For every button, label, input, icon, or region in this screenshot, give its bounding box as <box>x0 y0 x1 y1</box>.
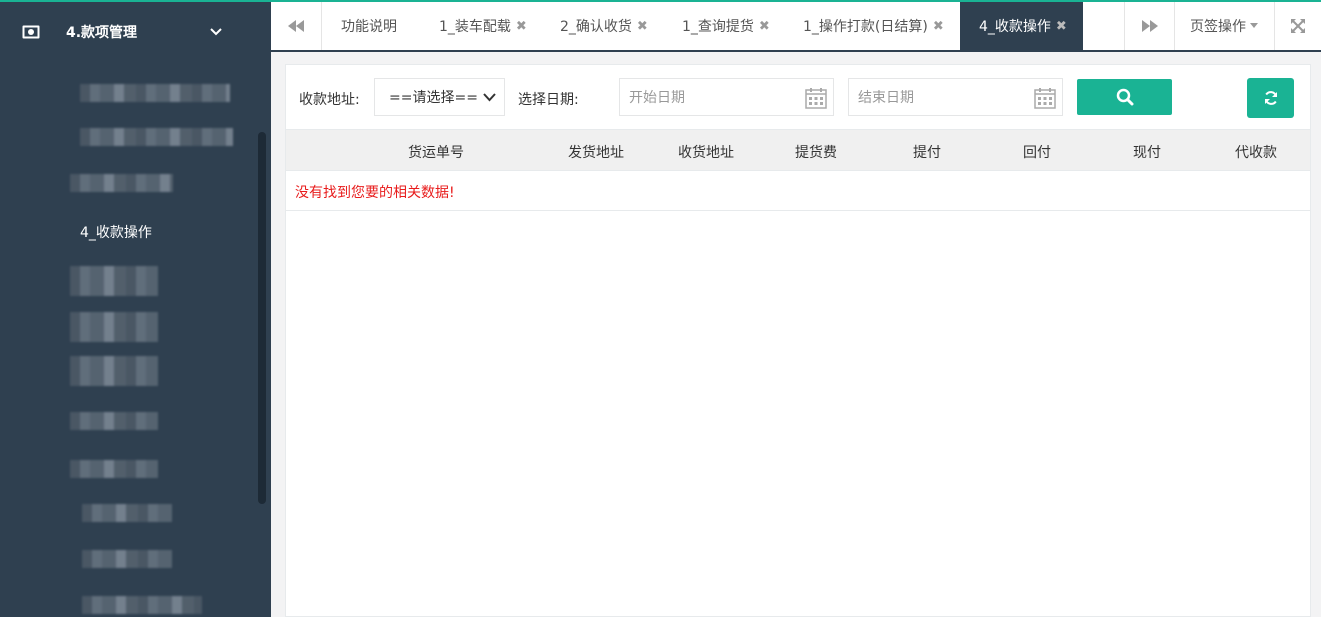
sidebar-item-redacted[interactable] <box>70 174 173 192</box>
scroll-tabs-right-button[interactable] <box>1125 2 1174 50</box>
sidebar-scrollbar[interactable] <box>258 132 266 504</box>
main-content: 收款地址: ==请选择== 选择日期: 开始日期 结束日期 货运单号 发货地址 … <box>285 64 1311 617</box>
tab-confirm-receipt[interactable]: 2_确认收货 ✖ <box>560 2 648 50</box>
search-icon <box>1116 88 1133 106</box>
sidebar-item-redacted[interactable] <box>70 266 158 296</box>
sidebar-item-redacted[interactable] <box>82 504 172 522</box>
sidebar-item-redacted[interactable] <box>80 84 230 102</box>
chevron-down-icon <box>483 93 496 102</box>
refresh-icon <box>1264 91 1277 105</box>
refresh-button[interactable] <box>1247 78 1294 118</box>
column-header[interactable]: 收货地址 <box>678 142 734 162</box>
end-date-placeholder: 结束日期 <box>858 90 914 106</box>
end-date-input[interactable]: 结束日期 <box>848 78 1063 116</box>
expand-icon <box>1291 19 1305 33</box>
sidebar-item-redacted[interactable] <box>70 460 158 478</box>
close-icon[interactable]: ✖ <box>759 19 770 34</box>
money-icon <box>22 25 40 39</box>
date-label: 选择日期: <box>518 92 579 108</box>
table-empty-row: 没有找到您要的相关数据! <box>286 171 1310 211</box>
sidebar-section-title: 4.款项管理 <box>66 25 138 41</box>
empty-message: 没有找到您要的相关数据! <box>295 185 455 201</box>
tab-operate-payment[interactable]: 1_操作打款(日结算) ✖ <box>803 2 944 50</box>
tab-label: 1_查询提货 <box>682 19 754 35</box>
tab-query-pickup[interactable]: 1_查询提货 ✖ <box>682 2 770 50</box>
sidebar-item-active[interactable]: 4_收款操作 <box>80 222 152 242</box>
search-button[interactable] <box>1077 79 1172 115</box>
page-ops-dropdown[interactable]: 页签操作 <box>1175 2 1274 50</box>
tab-collection-operation[interactable]: 4_收款操作 ✖ <box>960 2 1083 50</box>
column-header[interactable]: 发货地址 <box>568 142 624 162</box>
tab-bar: 功能说明 1_装车配载 ✖ 2_确认收货 ✖ 1_查询提货 ✖ 1_操作打款(日… <box>271 0 1321 52</box>
sidebar-item-redacted[interactable] <box>70 356 158 386</box>
column-header[interactable]: 回付 <box>1023 142 1051 162</box>
close-icon[interactable]: ✖ <box>516 19 527 34</box>
address-label: 收款地址: <box>299 92 360 108</box>
column-header[interactable]: 提付 <box>913 142 941 162</box>
double-chevron-left-icon <box>288 20 304 32</box>
calendar-icon <box>1034 88 1056 109</box>
column-header[interactable]: 现付 <box>1133 142 1161 162</box>
table-header: 货运单号 发货地址 收货地址 提货费 提付 回付 现付 代收款 <box>286 129 1310 171</box>
sidebar: 4.款项管理 4_收款操作 <box>0 0 271 617</box>
tab-label: 2_确认收货 <box>560 19 632 35</box>
close-icon[interactable]: ✖ <box>1056 19 1067 34</box>
caret-down-icon <box>1250 23 1258 28</box>
sidebar-item-redacted[interactable] <box>70 312 158 342</box>
column-header[interactable]: 代收款 <box>1235 142 1277 162</box>
tab-label: 4_收款操作 <box>979 19 1051 35</box>
sidebar-item-redacted[interactable] <box>70 412 158 430</box>
column-header[interactable]: 货运单号 <box>408 142 464 162</box>
sidebar-item-redacted[interactable] <box>80 128 233 146</box>
tab-function-description[interactable]: 功能说明 <box>341 2 397 50</box>
tab-divider <box>321 2 322 50</box>
tab-label: 1_装车配载 <box>439 19 511 35</box>
tab-label: 功能说明 <box>341 19 397 35</box>
address-select-value: ==请选择== <box>389 90 478 106</box>
column-header[interactable]: 提货费 <box>795 142 837 162</box>
tab-label: 1_操作打款(日结算) <box>803 19 928 35</box>
calendar-icon <box>805 88 827 109</box>
tab-loading-allocation[interactable]: 1_装车配载 ✖ <box>439 2 527 50</box>
address-select[interactable]: ==请选择== <box>374 78 505 116</box>
chevron-down-icon <box>210 28 222 36</box>
fullscreen-button[interactable] <box>1275 2 1321 50</box>
sidebar-item-redacted[interactable] <box>82 550 172 568</box>
page-ops-label: 页签操作 <box>1190 19 1246 35</box>
close-icon[interactable]: ✖ <box>637 19 648 34</box>
scroll-tabs-left-button[interactable] <box>271 2 321 50</box>
double-chevron-right-icon <box>1141 20 1158 32</box>
start-date-input[interactable]: 开始日期 <box>619 78 834 116</box>
start-date-placeholder: 开始日期 <box>629 90 685 106</box>
sidebar-section-header[interactable]: 4.款项管理 <box>0 4 258 60</box>
sidebar-item-redacted[interactable] <box>82 596 202 614</box>
close-icon[interactable]: ✖ <box>933 19 944 34</box>
